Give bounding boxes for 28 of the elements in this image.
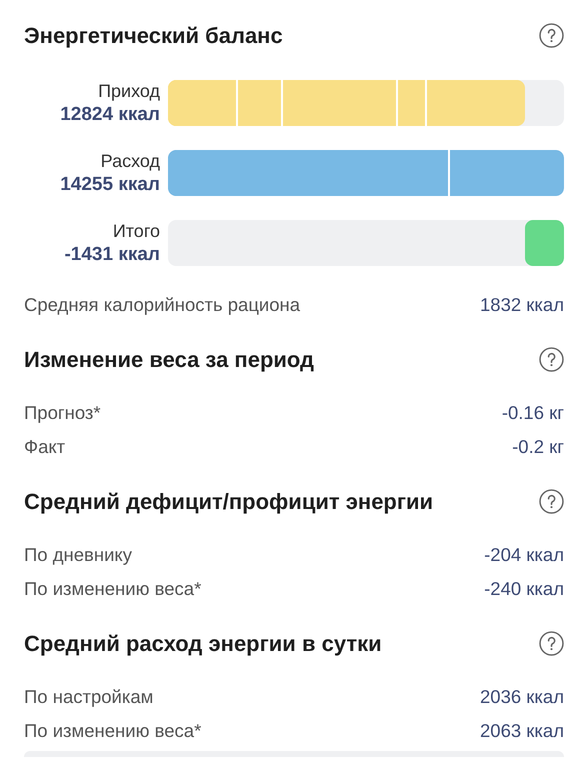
help-icon[interactable]	[539, 630, 564, 656]
row-value: -240 ккал	[484, 577, 564, 602]
row-label: Средняя калорийность рациона	[24, 293, 300, 318]
row-label: По дневнику	[24, 543, 132, 568]
row-value: -0.16 кг	[502, 401, 564, 426]
row-value: -0.2 кг	[512, 435, 564, 460]
row-label: По настройкам	[24, 685, 154, 710]
bar-value: 14255 ккал	[59, 173, 160, 196]
section-title: Средний дефицит/профицит энергии	[24, 488, 434, 516]
section-title: Изменение веса за период	[24, 346, 314, 374]
section-title: Средний расход энергии в сутки	[24, 630, 382, 658]
help-icon[interactable]	[539, 488, 564, 514]
bar-value: 12824 ккал	[59, 103, 160, 126]
help-icon[interactable]	[539, 346, 564, 372]
row-label: По изменению веса*	[24, 577, 202, 602]
row-value: 2036 ккал	[480, 685, 564, 710]
row-value: 2063 ккал	[480, 719, 564, 744]
bar-label: Расход	[100, 150, 160, 173]
section-title: Энергетический баланс	[24, 22, 283, 50]
help-icon[interactable]	[539, 22, 564, 48]
bar-value: -1431 ккал	[63, 243, 160, 266]
row-label: Факт	[24, 435, 66, 460]
row-value: -204 ккал	[484, 543, 564, 568]
bar-label: Приход	[97, 80, 160, 103]
row-label: Прогноз*	[24, 401, 101, 426]
row-label: По изменению веса*	[24, 719, 202, 744]
bar-label: Итого	[112, 220, 160, 243]
row-value: 1832 ккал	[480, 293, 564, 318]
